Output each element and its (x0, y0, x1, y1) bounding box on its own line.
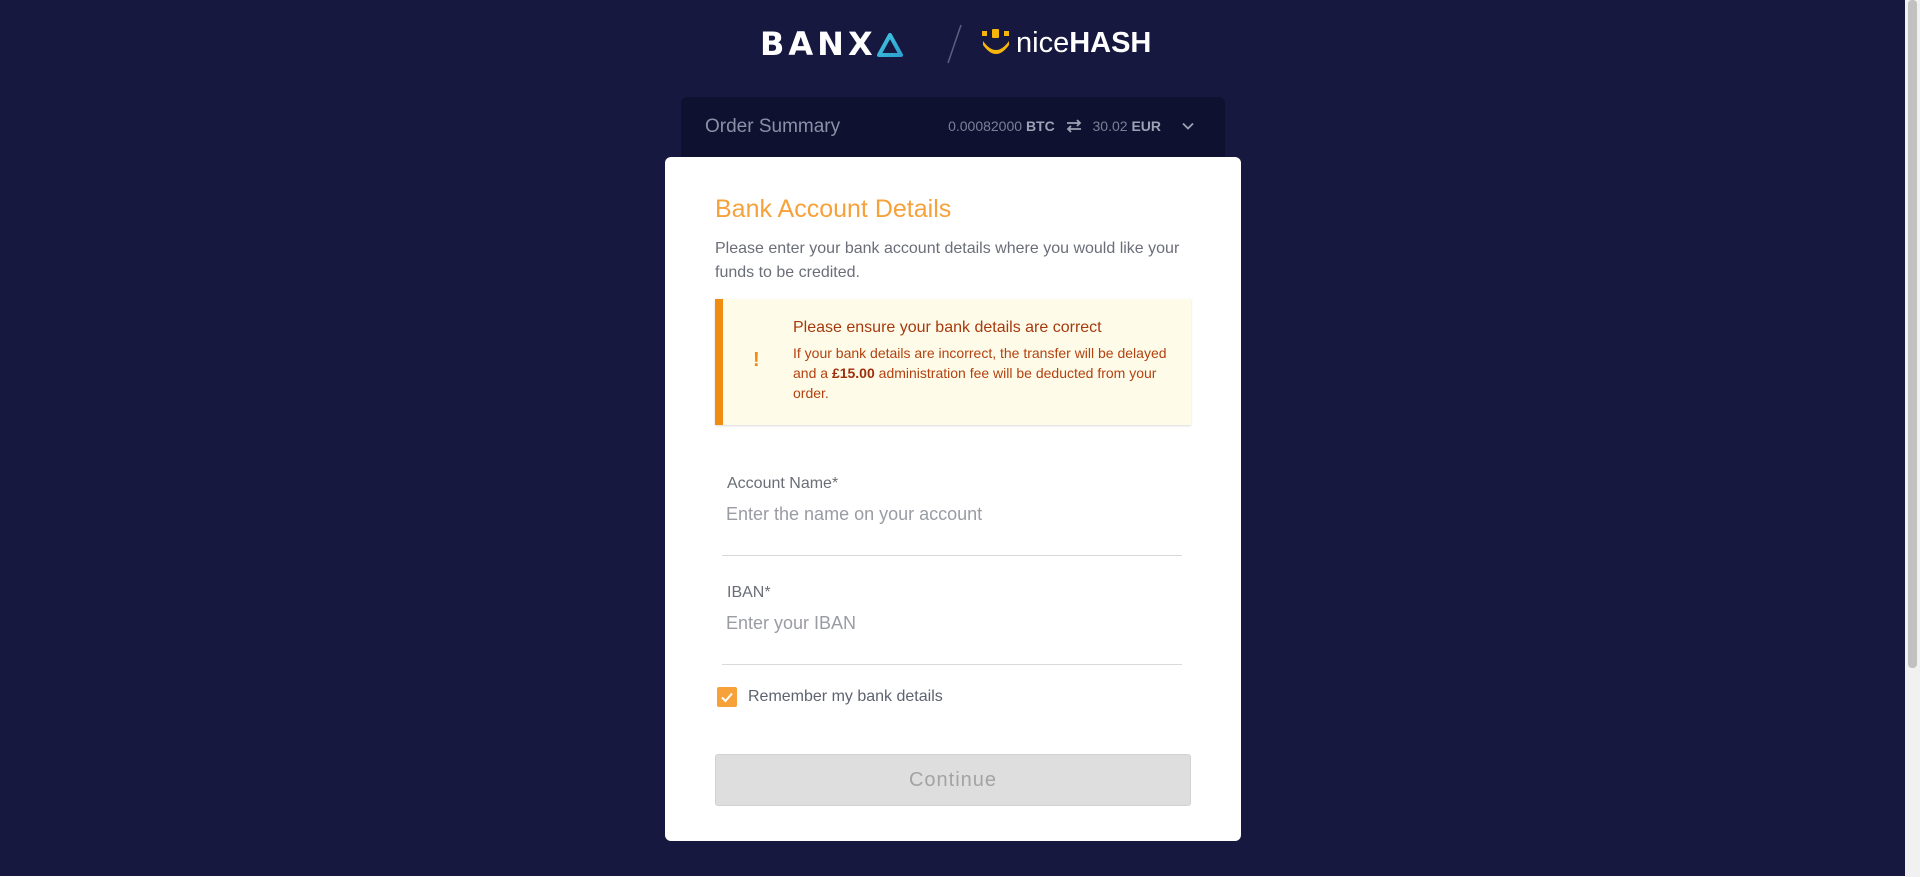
swap-icon (1066, 119, 1081, 133)
iban-field: IBAN* (722, 584, 1182, 665)
warning-fee: £15.00 (831, 365, 875, 381)
logo-divider (947, 24, 962, 64)
account-name-label: Account Name* (727, 475, 839, 492)
banxa-logo: BANX (760, 28, 903, 60)
crypto-amount: 0.00082000 (948, 118, 1023, 134)
card-title: Bank Account Details (715, 195, 952, 223)
chevron-down-icon[interactable] (1181, 119, 1195, 133)
order-summary-title: Order Summary (705, 116, 841, 137)
order-summary-bar[interactable]: Order Summary 0.00082000 BTC 30.02 EUR (681, 97, 1225, 157)
nicehash-thin-text: nice (1016, 27, 1070, 59)
warning-title: Please ensure your bank details are corr… (793, 319, 1102, 336)
card-subtitle: Please enter your bank account details w… (715, 240, 1180, 281)
crypto-currency: BTC (1025, 118, 1055, 134)
account-name-field: Account Name* (722, 475, 1182, 556)
fiat-currency: EUR (1131, 118, 1161, 134)
iban-label: IBAN* (727, 584, 771, 601)
scrollbar-thumb[interactable] (1908, 0, 1917, 668)
banxa-logo-text: BANX (760, 25, 877, 63)
warning-banner: ! Please ensure your bank details are co… (715, 299, 1191, 425)
remember-label: Remember my bank details (748, 688, 943, 705)
order-amounts: 0.00082000 BTC 30.02 EUR (948, 118, 1161, 134)
account-name-input[interactable] (726, 501, 1166, 527)
iban-input[interactable] (726, 610, 1166, 636)
checkmark-icon (721, 692, 733, 703)
nicehash-logo-text: niceHASH (1016, 27, 1151, 59)
scrollbar[interactable] (1905, 0, 1920, 877)
nicehash-mark-icon (982, 29, 1009, 54)
exclamation-icon: ! (753, 349, 760, 371)
header-logos: BANX niceHASH (760, 22, 1160, 64)
banxa-triangle-icon (876, 33, 903, 57)
continue-button[interactable]: Continue (715, 754, 1191, 806)
nicehash-bold-text: HASH (1069, 27, 1152, 59)
remember-checkbox[interactable] (717, 687, 737, 707)
fiat-amount: 30.02 (1092, 118, 1128, 134)
page-background: BANX niceHASH Order Summary 0.00082000 B… (0, 0, 1905, 876)
warning-body: If your bank details are incorrect, the … (793, 343, 1178, 403)
bank-details-card: Bank Account Details Please enter your b… (665, 157, 1241, 841)
